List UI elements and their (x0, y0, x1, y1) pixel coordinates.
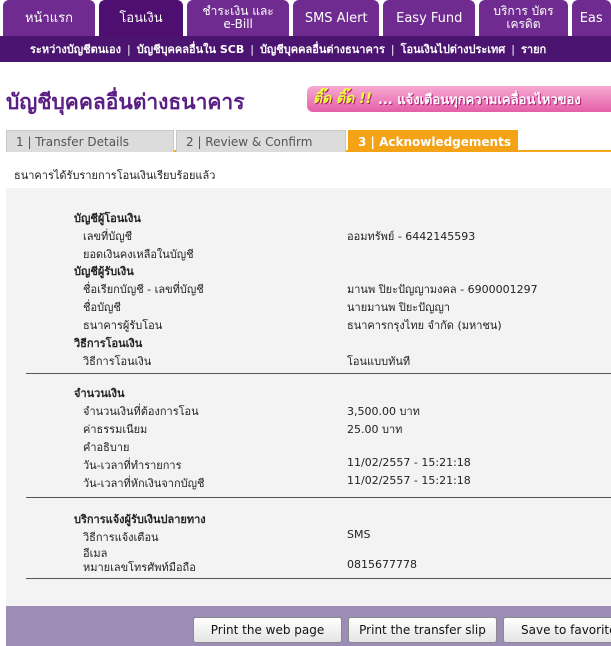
notify-method-value: SMS (347, 528, 371, 541)
step-transfer-details: 1 | Transfer Details (6, 130, 174, 152)
tab-easy-label: Eas (579, 10, 603, 26)
print-transfer-slip-button[interactable]: Print the transfer slip (348, 617, 497, 643)
method-value: โอนแบบทันที (347, 355, 411, 368)
debit-time-value: 11/02/2557 - 15:21:18 (347, 474, 471, 487)
amount-label: จำนวนเงินที่ต้องการโอน (83, 405, 199, 418)
description-label: คำอธิบาย (83, 441, 130, 454)
subnav-overseas-label: โอนเงินไปต่างประเทศ (400, 43, 506, 56)
status-message: ธนาคารได้รับรายการโอนเงินเรียบร้อยแล้ว (14, 169, 216, 182)
tab-transfer-label: โอนเงิน (119, 10, 163, 26)
to-nickname-label: ชื่อเรียกบัญชี - เลขที่บัญชี (83, 283, 204, 296)
to-name-value: นายมานพ ปิยะปัญญา (347, 301, 451, 314)
subnav-other-bank[interactable]: บัญชีบุคคลอื่นต่างธนาคาร (254, 36, 391, 62)
tab-easy-fund-label: Easy Fund (396, 10, 463, 26)
section-divider (26, 578, 611, 579)
mobile-label: หมายเลขโทรศัพท์มือถือ (83, 561, 196, 574)
tab-sms-alert-label: SMS Alert (304, 10, 368, 26)
step-acknowledgements: 3 | Acknowledgements (348, 130, 518, 152)
tab-bill-payment-label: ชำระเงิน และ e-Bill (202, 4, 274, 31)
subnav-other-bank-label: บัญชีบุคคลอื่นต่างธนาคาร (259, 43, 385, 56)
section-divider (26, 497, 611, 498)
step-indicator: 1 | Transfer Details 2 | Review & Confir… (6, 130, 611, 152)
tab-transfer[interactable]: โอนเงิน (98, 0, 184, 36)
step-transfer-details-label: 1 | Transfer Details (16, 134, 129, 149)
subnav-own-accounts[interactable]: ระหว่างบัญชีตนเอง (0, 36, 127, 62)
promo-banner[interactable]: ติ๊ด ติ๊ด !! ... แจ้งเตือนทุกความเคลื่อน… (307, 86, 611, 112)
txn-time-value: 11/02/2557 - 15:21:18 (347, 456, 471, 469)
tab-credit-card-label: บริการ บัตรเครดิต (493, 4, 554, 31)
tab-credit-card[interactable]: บริการ บัตรเครดิต (479, 0, 568, 36)
subnav-own-accounts-label: ระหว่างบัญชีตนเอง (30, 43, 122, 56)
amount-value: 3,500.00 บาท (347, 405, 420, 418)
step-review-confirm-label: 2 | Review & Confirm (186, 134, 313, 149)
main-nav-tabs: หน้าแรก โอนเงิน ชำระเงิน และ e-Bill SMS … (0, 0, 611, 36)
page-title: บัญชีบุคคลอื่นต่างธนาคาร (6, 90, 245, 114)
notify-heading: บริการแจ้งผู้รับเงินปลายทาง (74, 513, 206, 526)
step-acknowledgements-label: 3 | Acknowledgements (358, 134, 511, 149)
print-web-page-button[interactable]: Print the web page (193, 617, 342, 643)
subnav-overseas[interactable]: โอนเงินไปต่างประเทศ (395, 36, 512, 62)
to-bank-label: ธนาคารผู้รับโอน (83, 319, 163, 332)
tab-sms-alert[interactable]: SMS Alert (293, 0, 380, 36)
mobile-value: 0815677778 (347, 558, 417, 571)
debit-time-label: วัน-เวลาที่หักเงินจากบัญชี (83, 477, 205, 490)
subnav-more[interactable]: รายก (515, 36, 552, 62)
tab-easy[interactable]: Eas (571, 0, 611, 36)
fee-label: ค่าธรรมเนียม (83, 423, 148, 436)
subnav-other-scb-label: บัญชีบุคคลอื่นใน SCB (136, 43, 245, 56)
to-nickname-value: มานพ ปิยะปัญญามงคล - 6900001297 (347, 283, 538, 296)
balance-label: ยอดเงินคงเหลือในบัญชี (83, 248, 194, 261)
tab-bill-payment[interactable]: ชำระเงิน และ e-Bill (187, 0, 290, 36)
method-label: วิธีการโอนเงิน (83, 355, 152, 368)
subnav-more-label: รายก (521, 43, 547, 56)
tab-easy-fund[interactable]: Easy Fund (383, 0, 476, 36)
amount-heading: จำนวนเงิน (74, 387, 125, 400)
tab-home[interactable]: หน้าแรก (3, 0, 95, 36)
method-heading: วิธีการโอนเงิน (74, 337, 143, 350)
tab-home-label: หน้าแรก (24, 10, 73, 26)
transfer-details-panel: บัญชีผู้โอนเงิน เลขที่บัญชี ออมทรัพย์ - … (6, 188, 611, 606)
sub-nav: ระหว่างบัญชีตนเอง | บัญชีบุคคลอื่นใน SCB… (0, 36, 611, 62)
to-account-heading: บัญชีผู้รับเงิน (74, 265, 134, 278)
txn-time-label: วัน-เวลาที่ทำรายการ (83, 459, 182, 472)
banner-text: ... แจ้งเตือนทุกความเคลื่อนไหวของ (377, 92, 581, 108)
fee-value: 25.00 บาท (347, 423, 403, 436)
save-to-favorite-button[interactable]: Save to favorite (503, 617, 611, 643)
subnav-other-scb[interactable]: บัญชีบุคคลอื่นใน SCB (131, 36, 251, 62)
from-account-no-label: เลขที่บัญชี (83, 230, 133, 243)
step-review-confirm: 2 | Review & Confirm (176, 130, 346, 152)
banner-tag: ติ๊ด ติ๊ด !! (313, 91, 372, 107)
from-account-heading: บัญชีผู้โอนเงิน (74, 212, 141, 225)
from-account-no-value: ออมทรัพย์ - 6442145593 (347, 230, 476, 243)
to-name-label: ชื่อบัญชี (83, 301, 121, 314)
section-divider (26, 373, 611, 374)
to-bank-value: ธนาคารกรุงไทย จำกัด (มหาชน) (347, 319, 502, 332)
